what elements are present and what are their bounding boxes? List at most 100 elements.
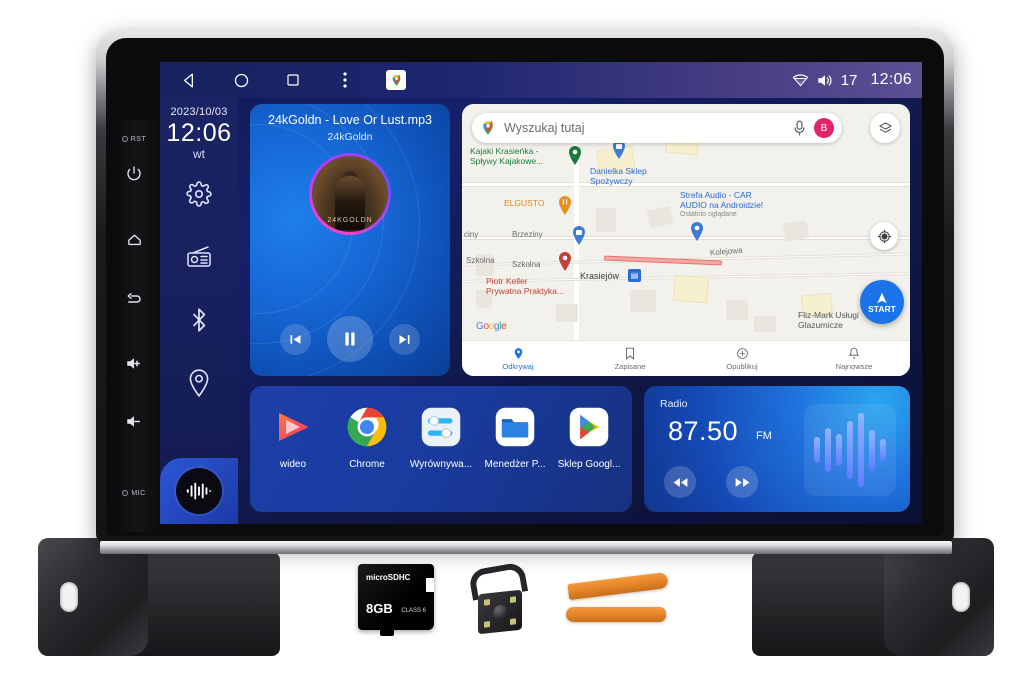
- equalizer-icon: [418, 404, 464, 450]
- map-nav-label: Odkrywaj: [502, 361, 534, 371]
- nav-menu-button[interactable]: [334, 69, 356, 91]
- gear-icon: [186, 181, 212, 207]
- map-transit-badge[interactable]: ▤: [628, 269, 641, 282]
- location-pin-icon: [514, 347, 522, 359]
- app-shortcut-equalizer[interactable]: Wyrównywa...: [406, 404, 476, 470]
- app-shortcut-play-store[interactable]: Sklep Googl...: [554, 404, 624, 470]
- map-block: [556, 304, 578, 322]
- map-search-bar[interactable]: Wyszukaj tutaj B: [472, 113, 842, 143]
- radio-widget-card[interactable]: Radio 87.50 FM: [644, 386, 910, 512]
- chrome-icon: [344, 404, 390, 450]
- reset-key[interactable]: RST: [108, 124, 160, 154]
- map-poi-label[interactable]: Piotr Keller Prywatna Praktyka...: [486, 276, 564, 296]
- nav-recents-button[interactable]: [282, 69, 304, 91]
- map-pin-restaurant[interactable]: [558, 196, 572, 215]
- recenter-icon: [877, 229, 891, 243]
- microphone-key[interactable]: MIC: [108, 478, 160, 508]
- visualizer-bar: [858, 413, 864, 487]
- visualizer-bar: [869, 430, 875, 470]
- volume-up-key[interactable]: [108, 348, 160, 378]
- map-block: [754, 316, 776, 332]
- voice-assistant-button[interactable]: [160, 458, 238, 524]
- overflow-menu-icon: [343, 72, 347, 88]
- dock-icon-list: [182, 177, 216, 400]
- map-layers-button[interactable]: [870, 113, 900, 143]
- visualizer-bar: [814, 437, 820, 463]
- account-avatar[interactable]: B: [814, 118, 834, 138]
- map-pin-green[interactable]: [568, 146, 582, 165]
- map-street-label: Kolejowa: [709, 245, 743, 258]
- app-label: Menedżer P...: [484, 459, 546, 470]
- nav-back-button[interactable]: [178, 69, 200, 91]
- google-maps-card[interactable]: ciny Brzeziny Szkolna Szkolna Kolejowa K…: [462, 104, 910, 376]
- dock-item-navigation[interactable]: [182, 366, 216, 400]
- sd-brand-label: microSDHC: [366, 573, 411, 582]
- map-place-label[interactable]: Krasiejów: [580, 271, 619, 281]
- map-poi-label[interactable]: Kajaki Krasieńka - Spływy Kajakowe...: [470, 146, 543, 166]
- visualizer-bar: [836, 434, 842, 466]
- map-poi-label[interactable]: ELGUSTO: [504, 198, 544, 208]
- map-nav-contribute[interactable]: Opublikuj: [686, 347, 798, 371]
- map-nav-saved[interactable]: Zapisane: [574, 347, 686, 371]
- radio-icon: [187, 246, 211, 267]
- back-key[interactable]: [108, 284, 160, 314]
- map-recenter-button[interactable]: [870, 222, 898, 250]
- reset-key-label: RST: [130, 135, 147, 143]
- skip-next-icon: [399, 334, 410, 344]
- dock-date: 2023/10/03: [170, 106, 228, 118]
- map-nav-updates[interactable]: Najnowsze: [798, 347, 910, 371]
- map-poi-label[interactable]: Fliz-Mark Usługi Glazurnicze: [798, 310, 859, 330]
- volume-down-key[interactable]: [108, 406, 160, 436]
- back-arrow-icon: [127, 293, 141, 303]
- google-watermark: Google: [476, 321, 507, 332]
- bracket-hole: [952, 582, 970, 612]
- map-pin-clinic[interactable]: [558, 252, 572, 271]
- dock-item-settings[interactable]: [182, 177, 216, 211]
- android-status-bar: 17 12:06: [160, 62, 922, 98]
- map-start-navigation-button[interactable]: START: [860, 280, 904, 324]
- radio-title: Radio: [660, 398, 688, 410]
- app-label: Sklep Googl...: [557, 459, 621, 470]
- map-block: [672, 274, 710, 304]
- previous-track-button[interactable]: [280, 323, 311, 355]
- nav-home-button[interactable]: [230, 69, 252, 91]
- play-store-icon: [566, 404, 612, 450]
- map-street-label: ciny: [464, 230, 479, 239]
- rewind-icon: [673, 477, 687, 487]
- assistant-circle: [176, 468, 222, 514]
- head-unit-bottom-trim: [100, 541, 952, 554]
- app-shortcut-file-manager[interactable]: Menedżer P...: [480, 404, 550, 470]
- map-pin-store[interactable]: [572, 226, 586, 245]
- status-maps-shortcut[interactable]: [386, 70, 406, 90]
- app-shortcut-wideo[interactable]: wideo: [258, 404, 328, 470]
- dock-item-radio[interactable]: [182, 240, 216, 274]
- radio-controls: [664, 466, 758, 498]
- play-pause-button[interactable]: [327, 316, 373, 362]
- next-track-button[interactable]: [389, 323, 420, 355]
- dock-clock-widget[interactable]: 2023/10/03 12:06 wt: [166, 106, 231, 161]
- map-canvas[interactable]: ciny Brzeziny Szkolna Szkolna Kolejowa K…: [462, 104, 910, 376]
- app-shortcuts-row: wideo Chrome Wyrównywa... Menedżer P... …: [250, 386, 632, 512]
- map-street-label: Szkolna: [466, 256, 495, 265]
- file-manager-icon: [492, 404, 538, 450]
- power-icon: [127, 166, 141, 181]
- map-block: [596, 208, 616, 232]
- home-content: 24kGoldn - Love Or Lust.mp3 24kGoldn 24K…: [238, 98, 922, 524]
- microphone-icon[interactable]: [793, 120, 806, 136]
- video-player-icon: [270, 404, 316, 450]
- music-player-card[interactable]: 24kGoldn - Love Or Lust.mp3 24kGoldn 24K…: [250, 104, 450, 376]
- home-key[interactable]: [108, 224, 160, 254]
- dock-item-bluetooth[interactable]: [182, 303, 216, 337]
- visualizer-bar: [880, 439, 886, 461]
- power-key[interactable]: [108, 158, 160, 188]
- app-shortcut-chrome[interactable]: Chrome: [332, 404, 402, 470]
- map-nav-explore[interactable]: Odkrywaj: [462, 347, 574, 371]
- pry-tool: [567, 571, 669, 601]
- radio-seek-down-button[interactable]: [664, 466, 696, 498]
- google-maps-icon: [392, 73, 400, 86]
- volume-icon: [818, 74, 832, 86]
- map-pin-audio-store[interactable]: [690, 222, 704, 241]
- radio-seek-up-button[interactable]: [726, 466, 758, 498]
- map-poi-label[interactable]: Danielka Sklep Spożywczy: [590, 166, 647, 186]
- google-maps-pin-icon: [483, 120, 493, 135]
